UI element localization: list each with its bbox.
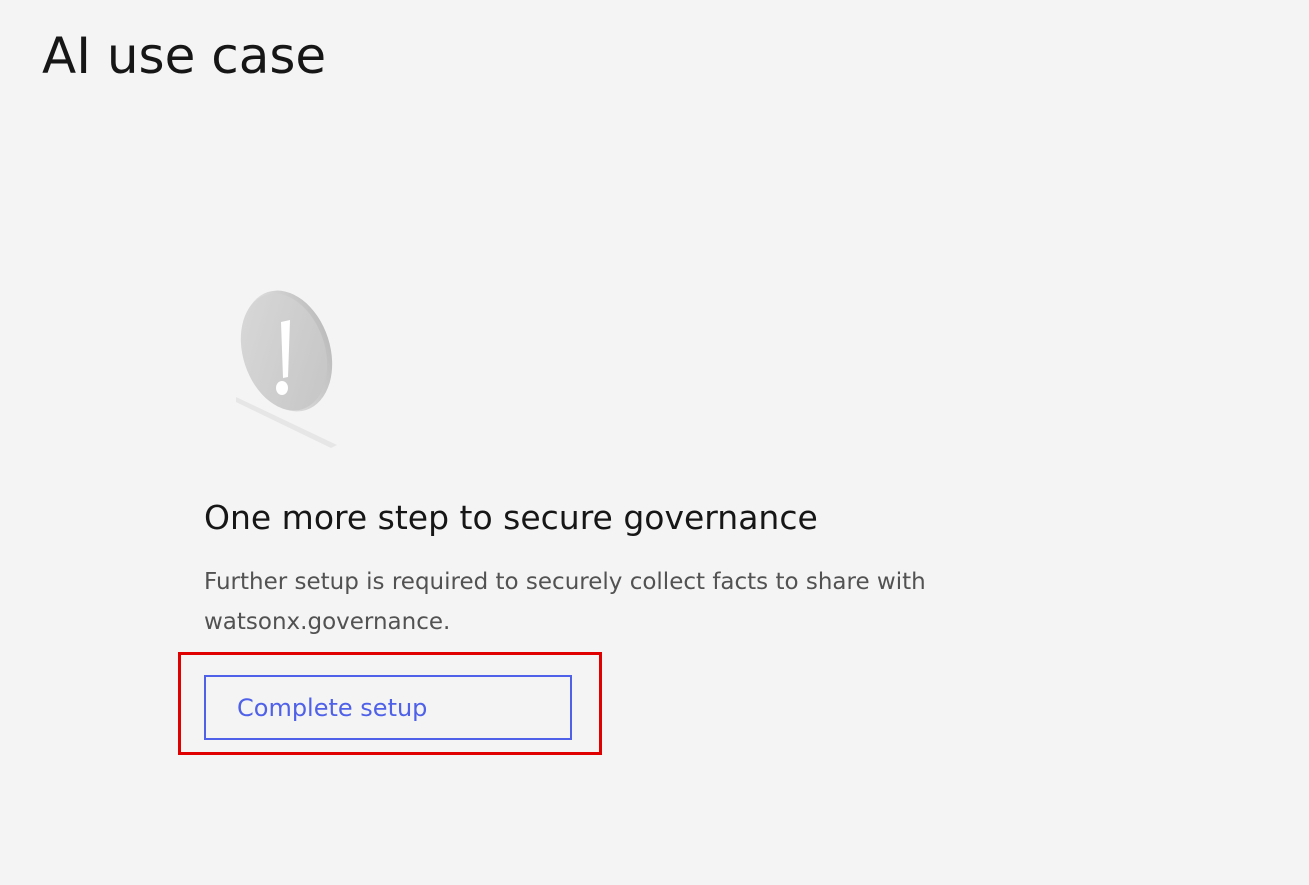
empty-state-heading: One more step to secure governance (204, 498, 818, 537)
warning-exclamation-icon (236, 290, 337, 448)
page-title: AI use case (42, 27, 327, 85)
empty-state-description: Further setup is required to securely co… (204, 569, 926, 635)
complete-setup-button[interactable]: Complete setup (204, 675, 572, 740)
